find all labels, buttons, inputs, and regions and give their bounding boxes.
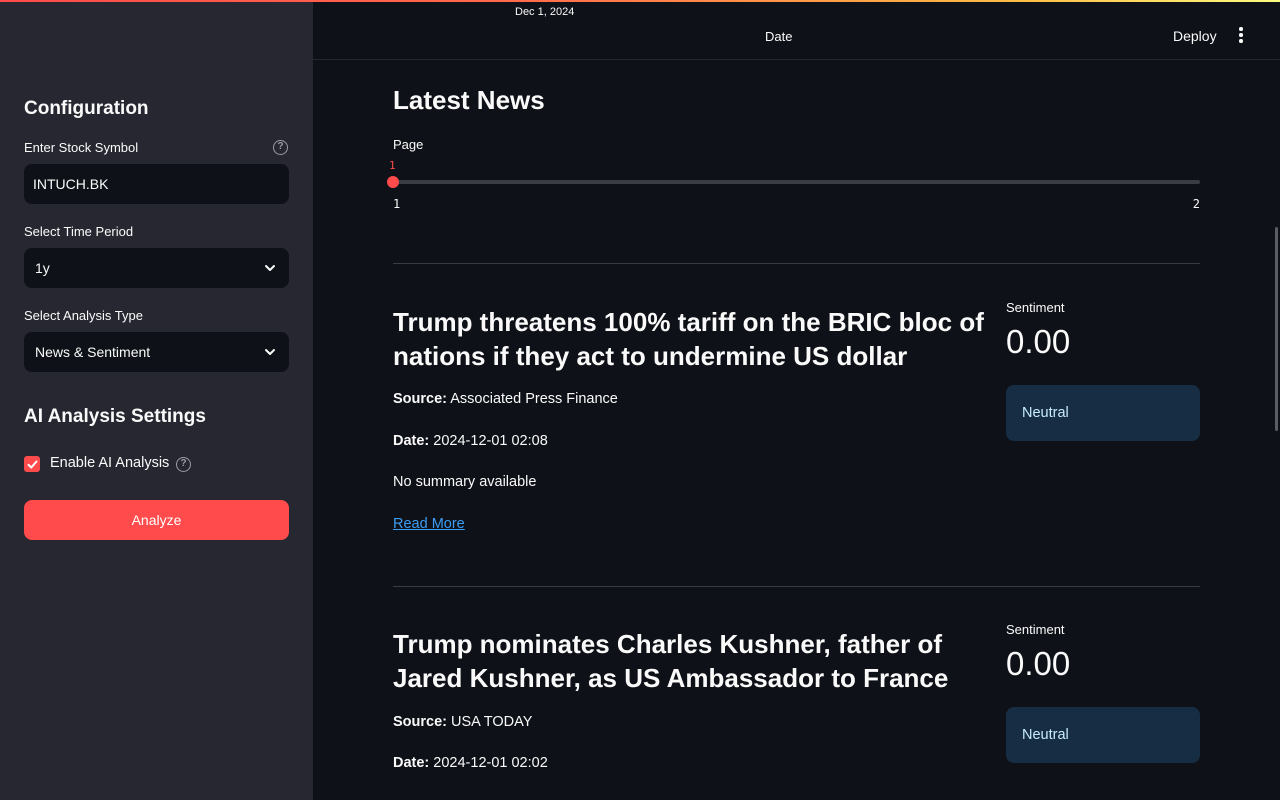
page-slider-min: 1	[393, 197, 401, 211]
sidebar: Configuration Enter Stock Symbol ? Selec…	[0, 0, 313, 800]
chevron-down-icon	[265, 349, 275, 355]
date-axis-label: Date	[765, 29, 793, 44]
page-title: Latest News	[393, 85, 545, 115]
enable-ai-label[interactable]: Enable AI Analysis	[50, 455, 169, 471]
stock-symbol-input[interactable]	[24, 164, 289, 204]
main-content: Latest News Page 1 1 2 Trump threatens 1…	[387, 60, 1200, 800]
article-title: Trump nominates Charles Kushner, father …	[393, 629, 949, 693]
stock-symbol-label: Enter Stock Symbol	[24, 140, 139, 155]
date-value: Dec 1, 2024	[515, 6, 575, 18]
analysis-type-label: Select Analysis Type	[24, 308, 143, 323]
article-date: Date: 2024-12-01 02:02	[393, 755, 548, 771]
sentiment-value: 0.00	[1006, 323, 1071, 360]
enable-ai-checkbox[interactable]	[24, 456, 40, 472]
sentiment-label: Sentiment	[1006, 622, 1065, 637]
analyze-button[interactable]: Analyze	[24, 500, 289, 540]
page-slider-track[interactable]	[393, 180, 1200, 184]
help-icon[interactable]: ?	[273, 140, 288, 155]
sentiment-label: Sentiment	[1006, 300, 1065, 315]
deploy-button[interactable]: Deploy	[1173, 28, 1217, 44]
configuration-heading: Configuration	[24, 98, 149, 119]
top-decoration-stripe	[0, 0, 1280, 2]
article-title: Trump threatens 100% tariff on the BRIC …	[393, 307, 984, 371]
time-period-value: 1y	[35, 260, 50, 276]
read-more-link[interactable]: Read More	[393, 516, 465, 532]
divider	[393, 263, 1200, 264]
divider	[393, 586, 1200, 587]
help-icon[interactable]: ?	[176, 457, 191, 472]
analysis-type-value: News & Sentiment	[35, 344, 151, 360]
top-header: Dec 1, 2024 Date Deploy	[313, 0, 1280, 60]
chevron-down-icon	[265, 265, 275, 271]
page-slider-value: 1	[389, 159, 396, 172]
time-period-label: Select Time Period	[24, 224, 134, 239]
page-slider-handle[interactable]	[387, 176, 399, 188]
article-source: Source: USA TODAY	[393, 714, 533, 730]
article-source: Source: Associated Press Finance	[393, 391, 618, 407]
time-period-select[interactable]: 1y	[24, 248, 289, 288]
page-slider-max: 2	[1192, 197, 1200, 211]
page-slider-label: Page	[393, 137, 424, 152]
analysis-type-select[interactable]: News & Sentiment	[24, 332, 289, 372]
sentiment-badge: Neutral	[1006, 385, 1200, 441]
main-scrollbar[interactable]	[1275, 227, 1278, 431]
sentiment-value: 0.00	[1006, 645, 1071, 682]
article-summary: No summary available	[393, 474, 537, 490]
article-date: Date: 2024-12-01 02:08	[393, 433, 548, 449]
kebab-menu-icon[interactable]	[1239, 27, 1243, 43]
ai-settings-heading: AI Analysis Settings	[24, 406, 206, 427]
checkmark-icon	[27, 460, 37, 468]
sentiment-badge: Neutral	[1006, 707, 1200, 763]
